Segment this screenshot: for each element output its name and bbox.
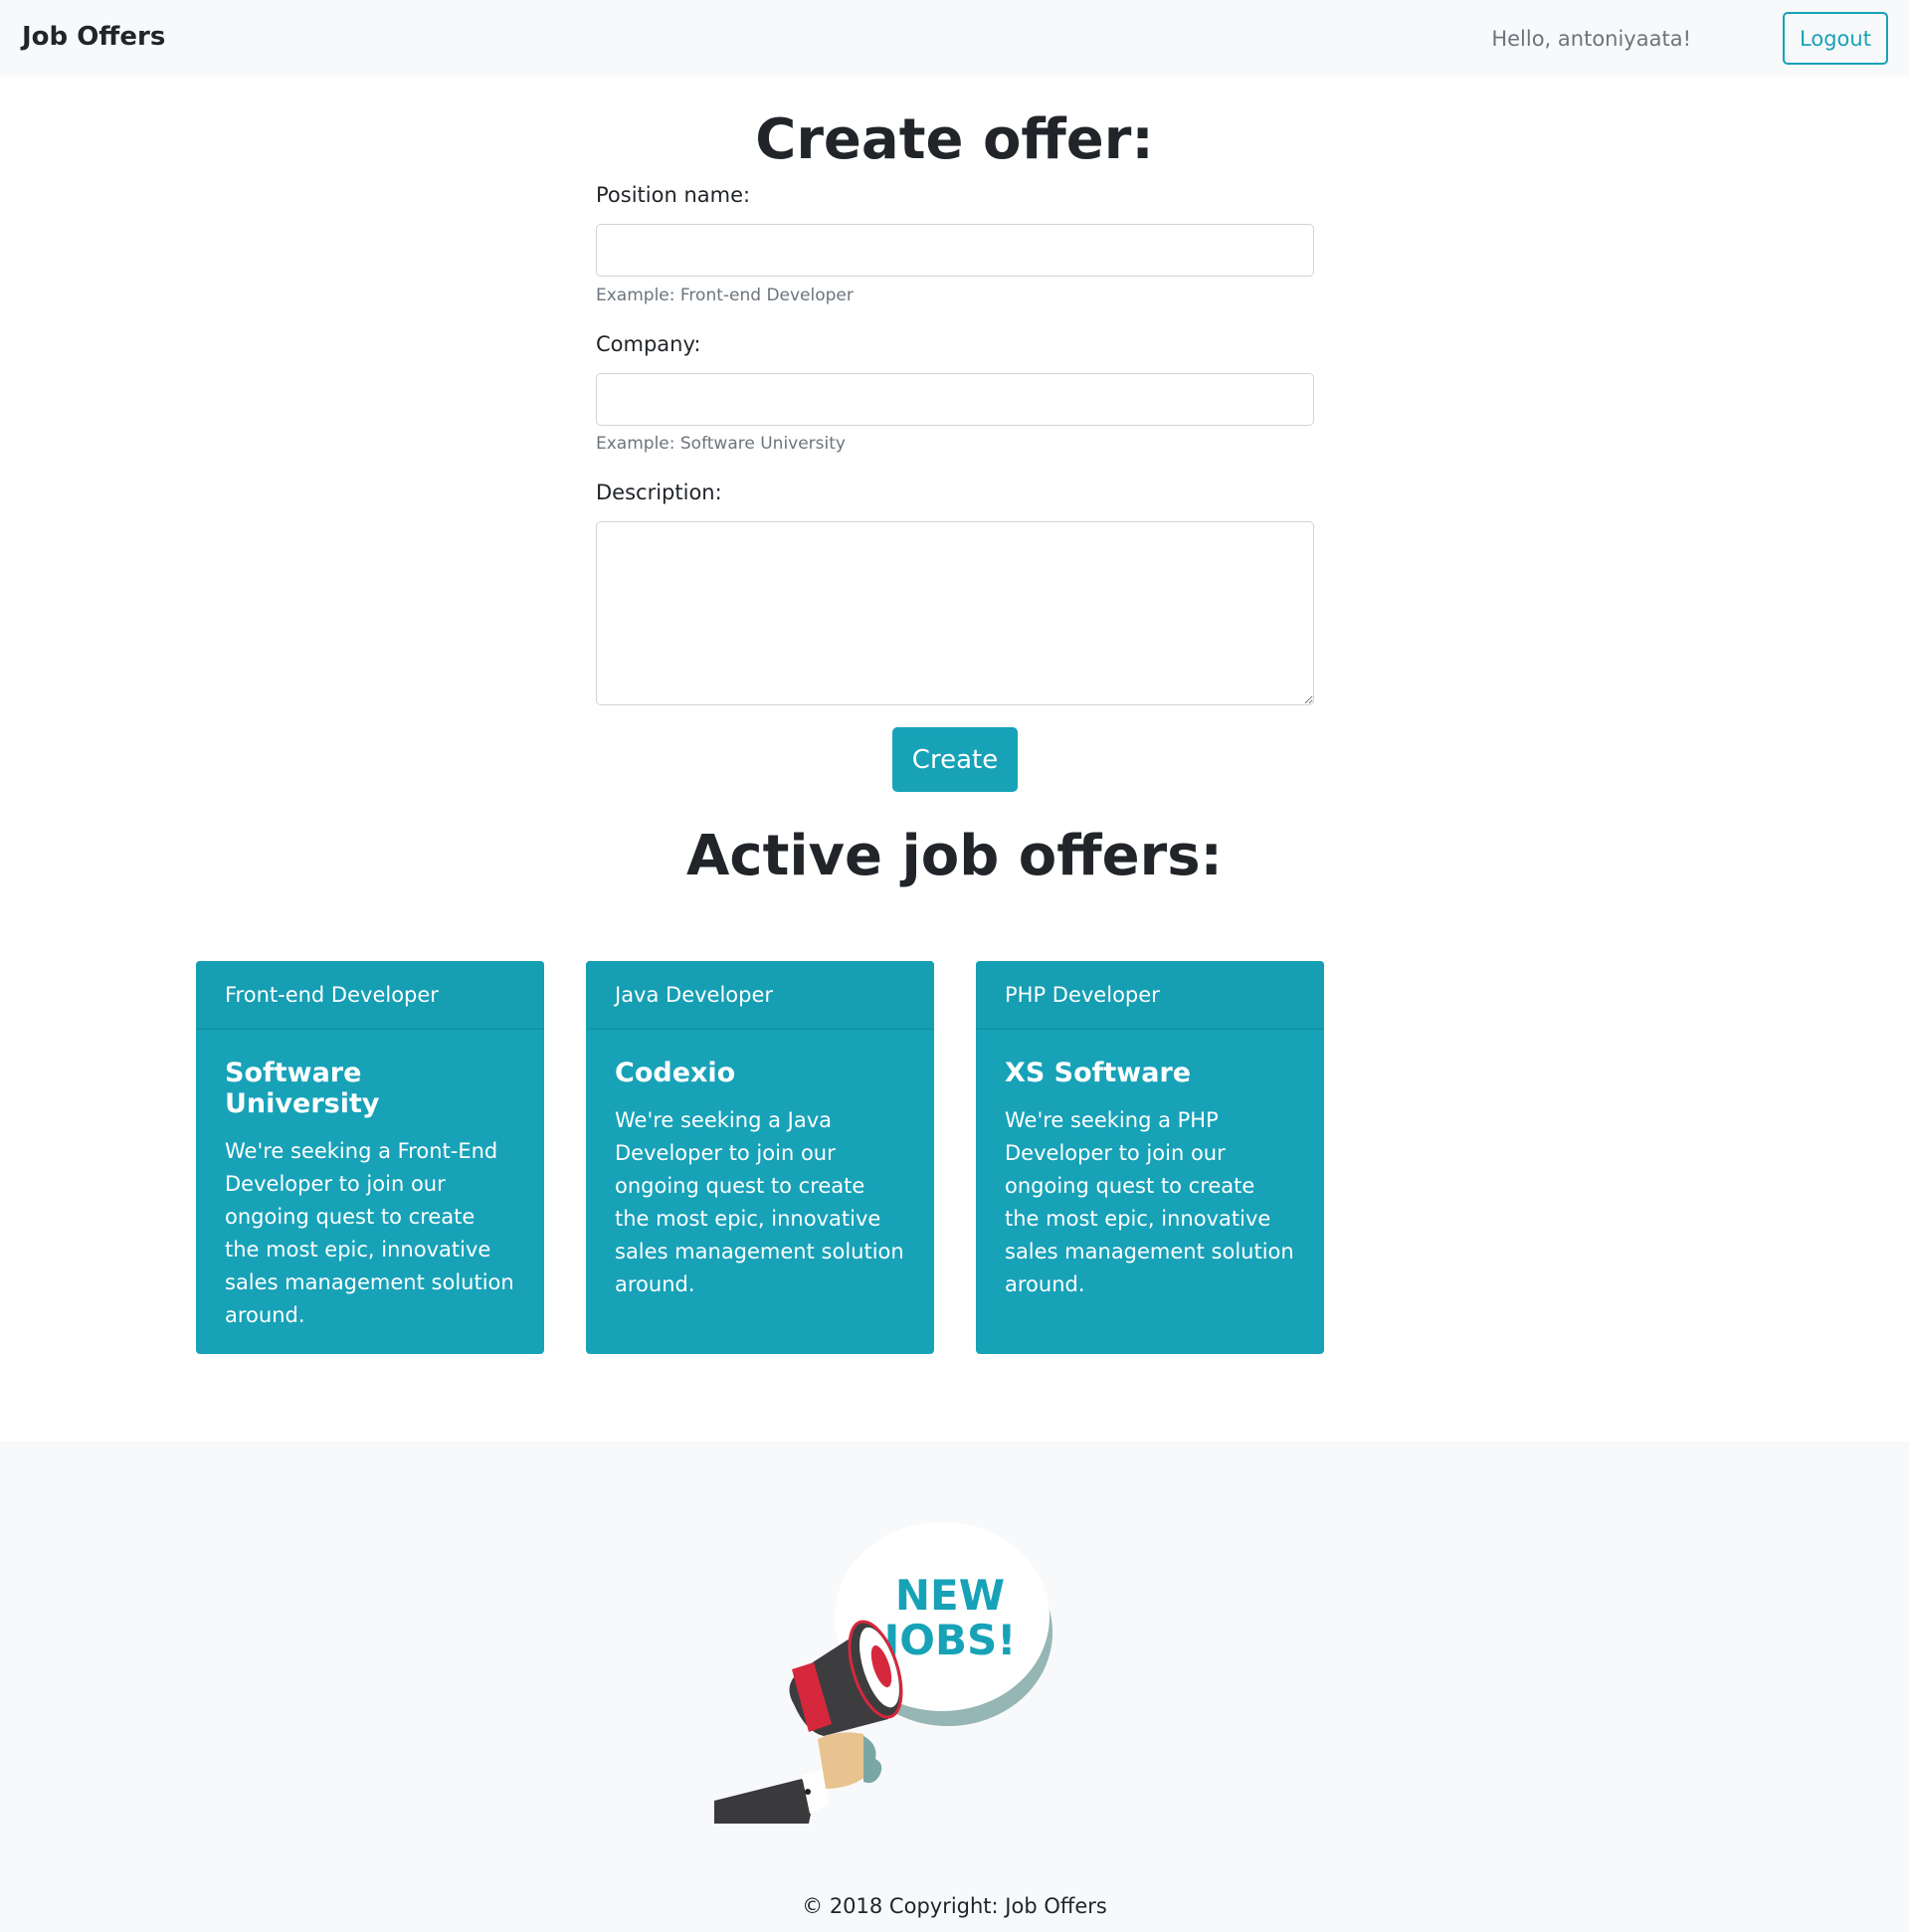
offer-company: Software University [225, 1058, 380, 1119]
copyright-text: © 2018 Copyright: Job Offers [802, 1894, 1107, 1918]
offer-description: We're seeking a Java Developer to join o… [615, 1108, 904, 1296]
logout-button[interactable]: Logout [1783, 12, 1888, 65]
user-greeting: Hello, antoniyaata! [1491, 27, 1691, 51]
description-label: Description: [596, 481, 722, 504]
position-name-input[interactable] [596, 224, 1314, 277]
footer: NEW JOBS! © 2018 Copyright: Job Offers [0, 1442, 1909, 1932]
position-name-label: Position name: [596, 183, 751, 207]
position-name-hint: Example: Front-end Developer [596, 286, 854, 305]
offer-company: Codexio [615, 1058, 736, 1088]
company-label: Company: [596, 332, 701, 356]
brand-logo[interactable]: Job Offers [22, 22, 165, 52]
megaphone-icon: NEW JOBS! [714, 1522, 1052, 1824]
offer-card[interactable]: Front-end Developer Software University … [196, 961, 544, 1354]
offer-card[interactable]: PHP Developer XS Software We're seeking … [976, 961, 1324, 1354]
offer-card[interactable]: Java Developer Codexio We're seeking a J… [586, 961, 934, 1354]
navbar: Job Offers Hello, antoniyaata! Logout [0, 0, 1909, 77]
active-offers-title: Active job offers: [686, 824, 1223, 888]
offer-position: Java Developer [586, 961, 934, 1030]
offer-company: XS Software [1005, 1058, 1192, 1088]
svg-text:JOBS!: JOBS! [881, 1616, 1017, 1664]
svg-text:NEW: NEW [895, 1571, 1005, 1620]
create-offer-title: Create offer: [755, 107, 1154, 172]
offer-description: We're seeking a PHP Developer to join ou… [1005, 1108, 1294, 1296]
company-input[interactable] [596, 373, 1314, 426]
offer-position: Front-end Developer [196, 961, 544, 1030]
offer-description: We're seeking a Front-End Developer to j… [225, 1139, 514, 1327]
new-jobs-illustration: NEW JOBS! [714, 1515, 1172, 1837]
description-textarea[interactable] [596, 521, 1314, 705]
company-hint: Example: Software University [596, 434, 846, 454]
create-button[interactable]: Create [892, 727, 1018, 792]
offer-position: PHP Developer [976, 961, 1324, 1030]
